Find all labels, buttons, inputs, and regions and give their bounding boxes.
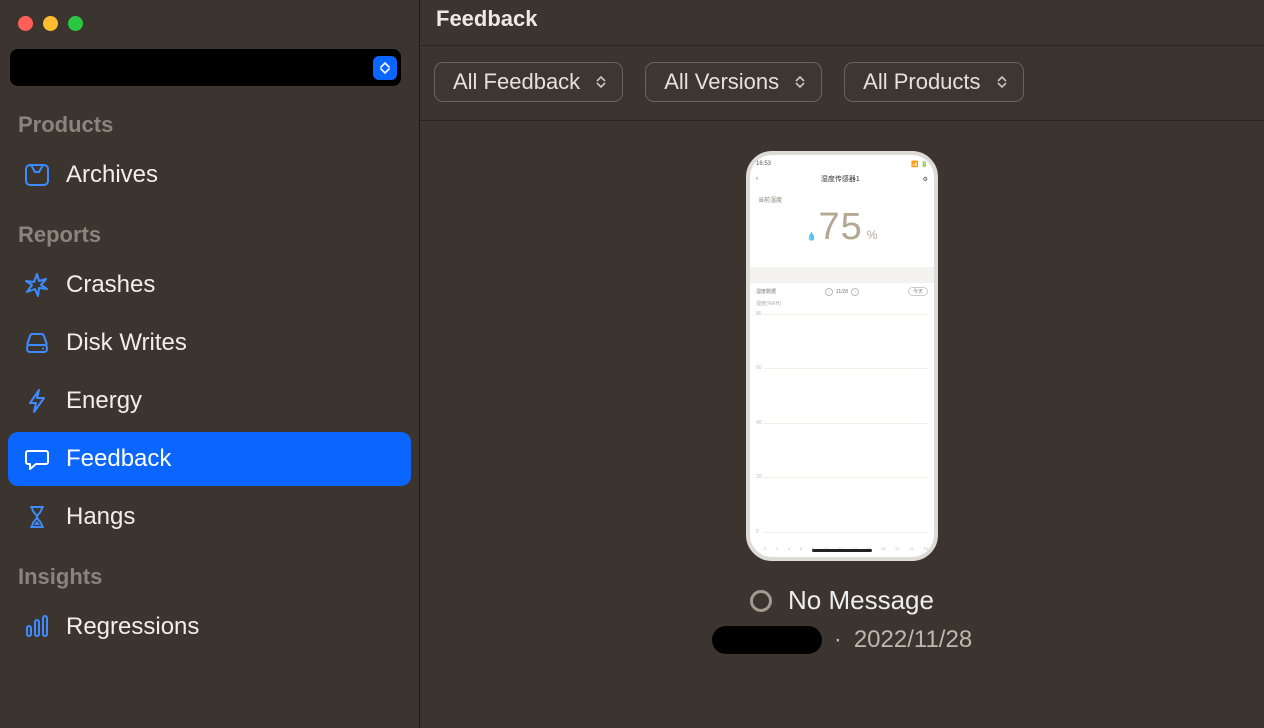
status-circle-icon xyxy=(750,590,772,612)
app-picker[interactable] xyxy=(10,49,401,86)
history-label: 湿度数据 xyxy=(756,288,776,295)
chevron-updown-icon xyxy=(596,76,606,88)
screenshot-thumbnail[interactable]: 16:53 📶 🔋 ‹ 湿度传感器1 ⚙ 当前湿度 💧 75 % 湿度数据 ‹ … xyxy=(746,151,938,561)
archive-icon xyxy=(22,160,52,190)
sidebar-item-label: Disk Writes xyxy=(66,329,187,357)
today-chip: 今天 xyxy=(908,287,928,296)
next-day-icon: › xyxy=(851,288,859,296)
sidebar-item-label: Hangs xyxy=(66,503,135,531)
x-tick: 6 xyxy=(800,546,802,551)
filter-feedback[interactable]: All Feedback xyxy=(434,62,623,102)
feedback-title-row: No Message xyxy=(750,585,934,616)
metric-number: 75 xyxy=(819,206,863,249)
sidebar-item-feedback[interactable]: Feedback xyxy=(8,432,411,486)
hourglass-icon xyxy=(22,502,52,532)
y-axis-unit: 湿度(%RH) xyxy=(750,298,934,307)
phone-page-title: 湿度传感器1 xyxy=(821,174,860,184)
filter-versions[interactable]: All Versions xyxy=(645,62,822,102)
status-icons: 📶 🔋 xyxy=(911,161,928,168)
main-area: Feedback All Feedback All Versions All P… xyxy=(420,0,1264,728)
phone-statusbar: 16:53 📶 🔋 xyxy=(750,155,934,171)
sidebar-item-energy[interactable]: Energy xyxy=(8,374,411,428)
updown-chevron-icon xyxy=(373,56,397,80)
prev-day-icon: ‹ xyxy=(825,288,833,296)
x-tick: 24 xyxy=(924,546,928,551)
y-tick: 80 xyxy=(756,311,762,317)
filter-products[interactable]: All Products xyxy=(844,62,1023,102)
sidebar-item-label: Crashes xyxy=(66,271,155,299)
x-tick: 4 xyxy=(788,546,790,551)
settings-icon: ⚙ xyxy=(923,176,928,183)
chevron-updown-icon xyxy=(997,76,1007,88)
x-tick: 0 xyxy=(764,546,766,551)
sidebar-item-label: Archives xyxy=(66,161,158,189)
burst-icon xyxy=(22,270,52,300)
zoom-window-button[interactable] xyxy=(68,16,83,31)
sidebar-item-disk-writes[interactable]: Disk Writes xyxy=(8,316,411,370)
section-header-reports: Reports xyxy=(8,204,411,256)
section-header-products: Products xyxy=(8,94,411,146)
y-tick: 40 xyxy=(756,420,762,426)
bolt-icon xyxy=(22,386,52,416)
filter-label: All Versions xyxy=(664,69,779,95)
droplet-icon: 💧 xyxy=(807,232,817,241)
feedback-meta-row: · 2022/11/28 xyxy=(712,626,972,654)
disk-icon xyxy=(22,328,52,358)
filter-label: All Products xyxy=(863,69,980,95)
section-header-insights: Insights xyxy=(8,546,411,598)
bars-icon xyxy=(22,612,52,642)
clock-text: 16:53 xyxy=(756,161,771,167)
page-title: Feedback xyxy=(436,6,1264,32)
filter-bar: All Feedback All Versions All Products xyxy=(420,46,1264,121)
x-tick: 18 xyxy=(881,546,885,551)
minimize-window-button[interactable] xyxy=(43,16,58,31)
author-redacted xyxy=(712,626,822,654)
close-window-button[interactable] xyxy=(18,16,33,31)
sidebar-item-crashes[interactable]: Crashes xyxy=(8,258,411,312)
date-stepper: ‹ 11/28 › xyxy=(825,288,859,296)
sidebar-item-label: Energy xyxy=(66,387,142,415)
feedback-content: 16:53 📶 🔋 ‹ 湿度传感器1 ⚙ 当前湿度 💧 75 % 湿度数据 ‹ … xyxy=(420,121,1264,728)
chevron-updown-icon xyxy=(795,76,805,88)
x-tick: 22 xyxy=(909,546,913,551)
phone-chart: 024681012141618202224 806040200 xyxy=(756,309,928,551)
feedback-title: No Message xyxy=(788,585,934,616)
separator-dot: · xyxy=(834,626,842,654)
y-tick: 20 xyxy=(756,474,762,480)
sidebar-item-label: Feedback xyxy=(66,445,171,473)
sidebar-item-hangs[interactable]: Hangs xyxy=(8,490,411,544)
filter-label: All Feedback xyxy=(453,69,580,95)
window-controls xyxy=(8,10,411,45)
phone-navbar: ‹ 湿度传感器1 ⚙ xyxy=(750,171,934,187)
speech-bubble-icon xyxy=(22,444,52,474)
phone-history-row: 湿度数据 ‹ 11/28 › 今天 xyxy=(750,283,934,298)
metric-unit: % xyxy=(867,228,878,242)
sidebar: Products Archives Reports Crashes Disk W… xyxy=(0,0,420,728)
sidebar-item-regressions[interactable]: Regressions xyxy=(8,600,411,654)
sidebar-item-label: Regressions xyxy=(66,613,199,641)
titlebar: Feedback xyxy=(420,0,1264,46)
phone-divider xyxy=(750,267,934,283)
feedback-date: 2022/11/28 xyxy=(854,626,972,654)
x-tick: 2 xyxy=(776,546,778,551)
y-tick: 0 xyxy=(756,529,759,535)
metric-value: 💧 75 % xyxy=(750,204,934,267)
y-tick: 60 xyxy=(756,365,762,371)
sidebar-item-archives[interactable]: Archives xyxy=(8,148,411,202)
x-tick: 20 xyxy=(895,546,899,551)
back-icon: ‹ xyxy=(756,176,758,182)
home-indicator xyxy=(812,549,872,552)
metric-label: 当前湿度 xyxy=(750,187,934,204)
date-text: 11/28 xyxy=(836,289,848,295)
